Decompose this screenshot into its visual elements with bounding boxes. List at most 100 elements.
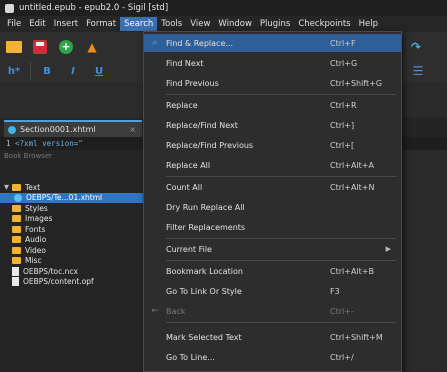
save-button[interactable]: [30, 38, 50, 56]
tree-file-toc[interactable]: OEBPS/toc.ncx: [0, 266, 150, 277]
menu-help[interactable]: Help: [355, 17, 382, 31]
menu-item-shortcut: Ctrl+Shift+M: [330, 332, 383, 342]
bold-button[interactable]: B: [37, 62, 57, 80]
list-button[interactable]: ☰: [408, 62, 428, 80]
menu-bar: File Edit Insert Format Search Tools Vie…: [0, 16, 447, 32]
tree-folder-images[interactable]: Images: [0, 214, 150, 225]
menu-format[interactable]: Format: [82, 17, 120, 31]
menu-separator: [166, 176, 396, 177]
menu-item-find-replace[interactable]: ⌕ Find & Replace... Ctrl+F: [144, 34, 401, 52]
open-folder-icon: [6, 41, 22, 53]
close-tab-icon[interactable]: ×: [129, 125, 136, 134]
menu-file[interactable]: File: [3, 17, 25, 31]
tree-folder-text[interactable]: ▼ Text: [0, 182, 150, 193]
save-icon: [33, 40, 47, 54]
menu-separator: [166, 238, 396, 239]
menu-item-find-previous[interactable]: Find Previous Ctrl+Shift+G: [144, 74, 401, 92]
redo-button[interactable]: ↷: [406, 38, 426, 56]
toolbar-separator: [30, 62, 31, 80]
menu-item-dry-run-replace-all[interactable]: Dry Run Replace All: [144, 198, 401, 216]
back-arrow-icon: ←: [151, 306, 159, 316]
menu-item-replace-find-previous[interactable]: Replace/Find Previous Ctrl+[: [144, 136, 401, 154]
chevron-down-icon[interactable]: ▼: [4, 183, 10, 191]
tree-folder-misc[interactable]: Misc: [0, 256, 150, 267]
menu-insert[interactable]: Insert: [50, 17, 82, 31]
menu-item-label: Count All: [166, 182, 203, 192]
menu-item-go-to-link-or-style[interactable]: Go To Link Or Style F3: [144, 282, 401, 300]
tree-folder-video[interactable]: Video: [0, 245, 150, 256]
menu-item-mark-selected-text[interactable]: Mark Selected Text Ctrl+Shift+M: [144, 328, 401, 346]
heading-button[interactable]: h*: [4, 62, 24, 80]
menu-item-replace-find-next[interactable]: Replace/Find Next Ctrl+]: [144, 116, 401, 134]
menu-separator: [166, 322, 396, 323]
menu-item-shortcut: Ctrl+Alt+A: [330, 160, 374, 170]
search-icon: ⌕: [152, 38, 158, 48]
menu-item-label: Go To Line...: [166, 352, 215, 362]
menu-item-shortcut: Ctrl+Alt+B: [330, 266, 374, 276]
menu-item-label: Replace: [166, 100, 198, 110]
menu-checkpoints[interactable]: Checkpoints: [294, 17, 354, 31]
line-number: 1: [6, 139, 11, 148]
tree-label: Text: [25, 182, 41, 192]
menu-plugins[interactable]: Plugins: [256, 17, 294, 31]
menu-view[interactable]: View: [186, 17, 214, 31]
up-arrow-icon: ▲: [87, 40, 97, 54]
menu-item-shortcut: Ctrl+/: [330, 352, 354, 362]
book-tree: ▼ Text OEBPS/Te...01.xhtml Styles Images…: [0, 182, 150, 287]
menu-item-shortcut: Ctrl+Shift+G: [330, 78, 383, 88]
tree-folder-styles[interactable]: Styles: [0, 203, 150, 214]
tree-label: Video: [25, 245, 47, 255]
tree-label: OEBPS/content.opf: [23, 277, 94, 287]
tree-folder-fonts[interactable]: Fonts: [0, 224, 150, 235]
add-button[interactable]: +: [56, 38, 76, 56]
menu-item-filter-replacements[interactable]: Filter Replacements: [144, 218, 401, 236]
menu-search[interactable]: Search: [120, 17, 158, 31]
tree-label: Misc: [25, 256, 42, 266]
menu-item-label: Replace All: [166, 160, 211, 170]
xhtml-file-icon: [14, 193, 22, 202]
tree-label: OEBPS/toc.ncx: [23, 266, 78, 276]
app-icon: [5, 3, 14, 13]
tree-folder-audio[interactable]: Audio: [0, 235, 150, 246]
underline-button[interactable]: U: [89, 62, 109, 80]
folder-icon: [12, 246, 21, 254]
tree-file-section[interactable]: OEBPS/Te...01.xhtml: [0, 192, 150, 203]
xhtml-file-icon: [8, 125, 16, 134]
book-browser-header: Book Browser: [4, 152, 53, 160]
tree-label: Audio: [25, 235, 47, 245]
folder-icon: [12, 215, 21, 223]
title-bar: untitled.epub - epub2.0 - Sigil [std]: [0, 0, 447, 16]
menu-item-label: Find Next: [166, 58, 204, 68]
menu-item-bookmark-location[interactable]: Bookmark Location Ctrl+Alt+B: [144, 262, 401, 280]
menu-item-current-file[interactable]: Current File ▶: [144, 240, 401, 258]
tree-label: Images: [25, 214, 53, 224]
menu-item-count-all[interactable]: Count All Ctrl+Alt+N: [144, 178, 401, 196]
menu-item-label: Replace/Find Next: [166, 120, 238, 130]
menu-item-label: Current File: [166, 244, 212, 254]
folder-icon: [12, 204, 21, 212]
file-icon: [12, 277, 19, 287]
folder-icon: [12, 257, 21, 265]
tab-section0001[interactable]: Section0001.xhtml ×: [4, 120, 142, 137]
tree-file-content[interactable]: OEBPS/content.opf: [0, 277, 150, 288]
menu-item-label: Back: [166, 306, 186, 316]
menu-edit[interactable]: Edit: [25, 17, 49, 31]
folder-icon: [12, 236, 21, 244]
open-button[interactable]: [4, 38, 24, 56]
menu-item-label: Bookmark Location: [166, 266, 243, 276]
menu-tools[interactable]: Tools: [157, 17, 186, 31]
menu-window[interactable]: Window: [214, 17, 256, 31]
menu-item-find-next[interactable]: Find Next Ctrl+G: [144, 54, 401, 72]
folder-icon: [12, 183, 21, 191]
menu-item-replace[interactable]: Replace Ctrl+R: [144, 96, 401, 114]
menu-separator: [166, 94, 396, 95]
menu-item-go-to-line[interactable]: Go To Line... Ctrl+/: [144, 348, 401, 366]
italic-button[interactable]: I: [63, 62, 83, 80]
menu-item-label: Mark Selected Text: [166, 332, 242, 342]
menu-item-replace-all[interactable]: Replace All Ctrl+Alt+A: [144, 156, 401, 174]
search-menu: ⌕ Find & Replace... Ctrl+F Find Next Ctr…: [143, 31, 402, 372]
file-icon: [12, 266, 19, 276]
up-button[interactable]: ▲: [82, 38, 102, 56]
menu-item-back[interactable]: ← Back Ctrl+-: [144, 302, 401, 320]
tab-label: Section0001.xhtml: [20, 125, 96, 134]
